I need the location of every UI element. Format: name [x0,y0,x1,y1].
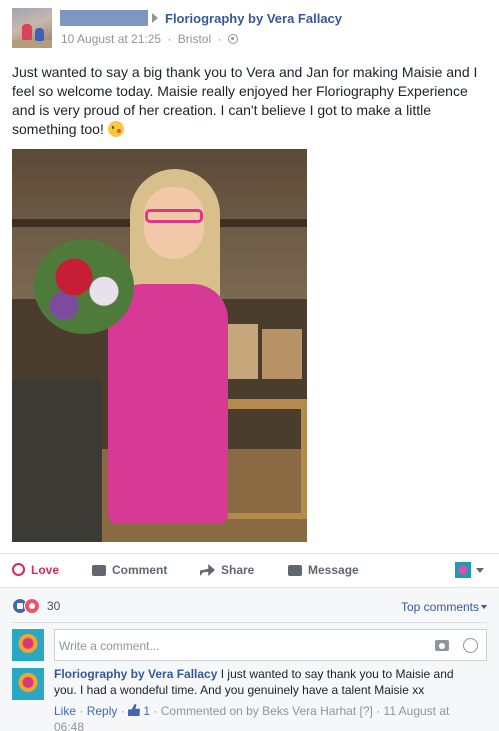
post-body: Just wanted to say a big thank you to Ve… [12,64,478,137]
photo-box [262,329,302,379]
post-photo[interactable] [12,149,307,542]
globe-icon[interactable] [227,34,238,44]
top-comments-dropdown[interactable]: Top comments [401,600,487,614]
love-button[interactable]: Love [12,563,59,577]
smiley-icon[interactable] [463,638,478,653]
post-actions-bar: Love Comment Share Message [0,553,499,586]
comment-input[interactable] [59,636,419,656]
photo-flower-bouquet [34,239,134,334]
meta-separator: · [167,32,172,46]
love-reaction-icon [24,598,40,614]
share-icon [200,564,215,576]
comment-item: Floriography by Vera Fallacy I just want… [12,666,487,731]
chevron-down-icon[interactable] [476,568,484,573]
avatar-figure [35,28,44,41]
comment-author-link[interactable]: Floriography by Vera Fallacy [54,667,217,681]
comment-meta: Like · Reply · 1 · Commented on by Beks … [54,703,464,731]
post-text: Just wanted to say a big thank you to Ve… [12,63,490,139]
comment-composer [12,629,487,661]
comment-body: Floriography by Vera Fallacy I just want… [54,666,464,698]
page-avatar-selector[interactable] [455,562,471,578]
camera-icon[interactable] [435,640,449,651]
comment-author-avatar[interactable] [12,668,44,700]
poster-avatar[interactable] [12,8,52,48]
post-meta: 10 August at 21:25 · Bristol · [61,32,241,46]
redacted-poster-name [60,10,148,26]
comment-button[interactable]: Comment [92,563,167,577]
post-header: Floriography by Vera Fallacy 10 August a… [12,8,492,52]
photo-table [12,379,102,542]
heart-icon [12,563,25,576]
reaction-count: 30 [47,599,61,613]
caret-down-icon [481,605,487,609]
top-comments-label: Top comments [400,600,479,614]
divider [12,622,487,623]
reactions-section: 30 Top comments Floriography by Vera Fal… [0,587,499,731]
commenter-avatar [12,629,44,661]
kiss-wink-emoji-icon [107,121,124,137]
meta-separator: · [217,32,222,46]
avatar-figure [22,24,32,40]
message-label: Message [308,563,359,577]
comment-icon [92,565,106,576]
arrow-right-icon [152,13,158,23]
share-button[interactable]: Share [200,563,254,577]
commented-on-text: Commented on by Beks Vera Harhat [?] [160,704,373,718]
post-date[interactable]: 10 August at 21:25 [61,32,161,46]
message-button[interactable]: Message [288,563,359,577]
comment-label: Comment [112,563,168,577]
share-label: Share [221,563,255,577]
post-location[interactable]: Bristol [178,32,211,46]
avatar-ground [12,40,52,48]
love-label: Love [31,563,60,577]
thumbs-up-icon [128,704,141,716]
photo-girl-dress [108,284,228,524]
page-name-link[interactable]: Floriography by Vera Fallacy [165,11,342,26]
comment-reply-link[interactable]: Reply [87,704,118,718]
photo-girl-glasses [145,209,203,223]
comment-like-count[interactable]: 1 [143,704,150,718]
message-icon [288,565,302,576]
photo-girl-face [144,187,204,259]
comment-like-link[interactable]: Like [54,704,76,718]
comment-input-box[interactable] [54,629,487,661]
